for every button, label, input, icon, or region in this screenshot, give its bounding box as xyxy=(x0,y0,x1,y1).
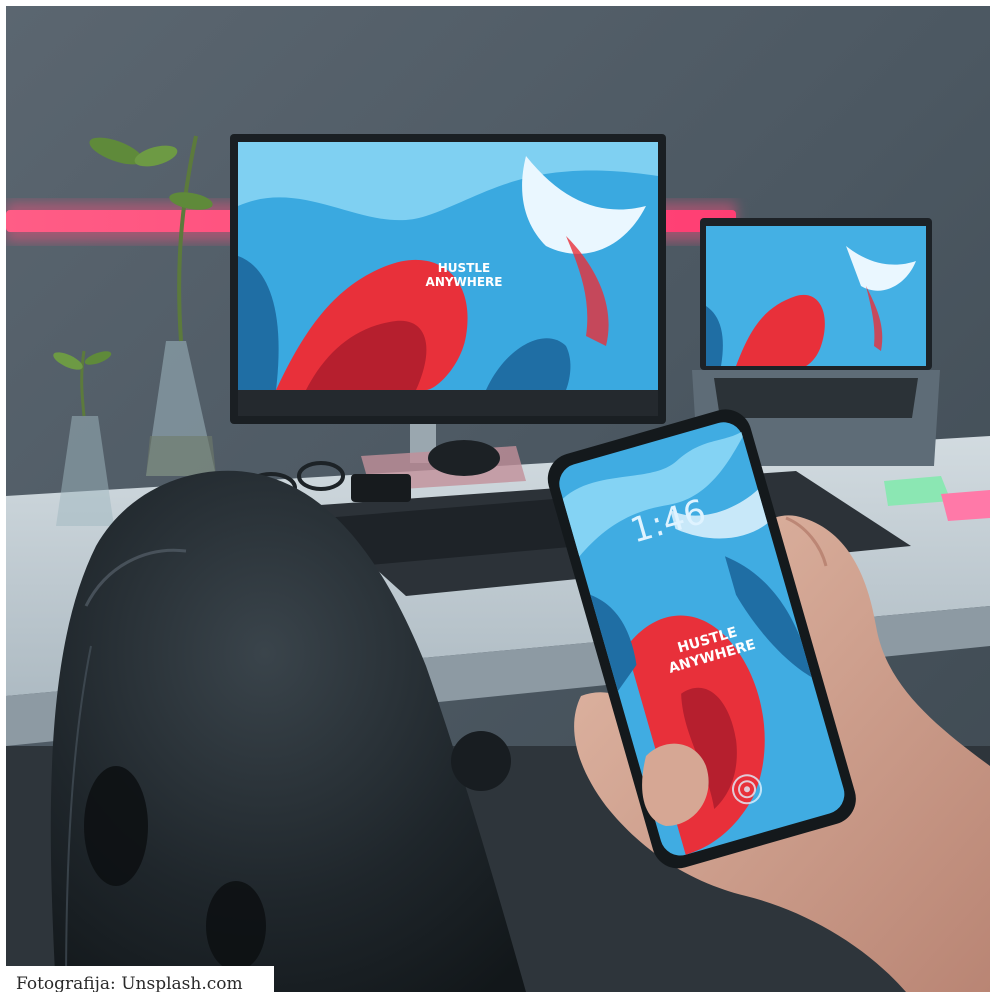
photo-credit-caption: Fotografija: Unsplash.com xyxy=(6,966,274,992)
sticky-note-green xyxy=(884,476,951,506)
smart-speaker xyxy=(428,440,500,476)
desk-setup-photo: HUSTLE ANYWHERE 1:46 HUSTLE ANYWHERE xyxy=(6,6,990,992)
airpods-case xyxy=(351,474,411,502)
monitor-wallpaper-text-line-1: HUSTLE xyxy=(438,261,490,275)
monitor-wallpaper: HUSTLE ANYWHERE xyxy=(238,142,658,390)
sticky-note-pink xyxy=(941,490,990,521)
photo-frame: HUSTLE ANYWHERE 1:46 HUSTLE ANYWHERE Fot… xyxy=(6,6,990,992)
laptop-wallpaper xyxy=(706,226,926,366)
monitor-wallpaper-text-line-2: ANYWHERE xyxy=(426,275,503,289)
